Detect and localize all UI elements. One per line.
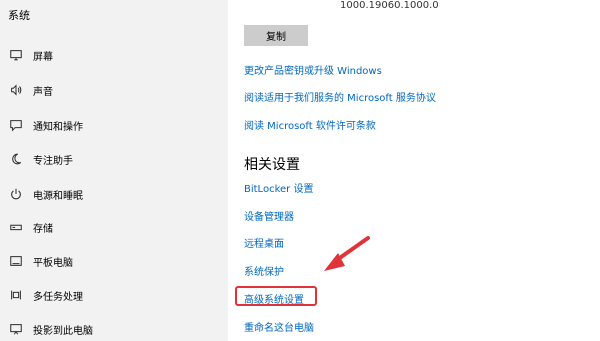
bitlocker-settings-link[interactable]: BitLocker 设置 [244,180,313,195]
moon-icon [8,151,24,167]
sidebar-item-label: 通知和操作 [33,121,83,133]
sidebar-item-tablet[interactable]: 平板电脑 [0,248,228,274]
sidebar-item-notifications[interactable]: 通知和操作 [0,112,228,138]
sidebar-item-label: 电源和睡眠 [33,190,83,202]
sidebar: 系统 屏幕 声音 通知和操作 专注助手 电源和睡眠 存储 平板电脑 多任务处理 … [0,0,228,341]
storage-icon [8,219,24,235]
sidebar-item-label: 平板电脑 [33,257,73,269]
license-terms-link[interactable]: 阅读 Microsoft 软件许可条款 [244,117,376,132]
tablet-icon [8,253,24,269]
version-text: 1000.19060.1000.0 [340,0,439,11]
sidebar-item-project[interactable]: 投影到此电脑 [0,316,228,341]
sidebar-item-display[interactable]: 屏幕 [0,42,228,68]
sidebar-item-power-sleep[interactable]: 电源和睡眠 [0,181,228,207]
system-protection-link[interactable]: 系统保护 [244,263,284,278]
related-settings-heading: 相关设置 [244,157,300,173]
sidebar-item-label: 专注助手 [33,155,73,167]
sidebar-title: 系统 [8,9,30,22]
device-manager-link[interactable]: 设备管理器 [244,208,294,223]
notification-icon [8,117,24,133]
settings-window: 系统 屏幕 声音 通知和操作 专注助手 电源和睡眠 存储 平板电脑 多任务处理 … [0,0,600,341]
power-icon [8,186,24,202]
sidebar-item-label: 多任务处理 [33,291,83,303]
sidebar-item-label: 存储 [33,223,53,235]
sidebar-item-focus-assist[interactable]: 专注助手 [0,146,228,172]
project-icon [8,321,24,337]
sidebar-item-label: 声音 [33,86,53,98]
rename-pc-link[interactable]: 重命名这台电脑 [244,319,314,334]
sidebar-item-sound[interactable]: 声音 [0,77,228,103]
main-content: 1000.19060.1000.0 复制 更改产品密钥或升级 Windows 阅… [228,0,600,341]
change-product-key-link[interactable]: 更改产品密钥或升级 Windows [244,62,382,77]
sidebar-item-label: 屏幕 [33,51,53,63]
display-icon [8,47,24,63]
remote-desktop-link[interactable]: 远程桌面 [244,235,284,250]
multitask-icon [8,287,24,303]
highlight-box [235,286,317,306]
sidebar-item-multitasking[interactable]: 多任务处理 [0,282,228,308]
sidebar-item-storage[interactable]: 存储 [0,214,228,240]
services-agreement-link[interactable]: 阅读适用于我们服务的 Microsoft 服务协议 [244,89,436,104]
copy-button[interactable]: 复制 [244,25,308,46]
speaker-icon [8,82,24,98]
sidebar-item-label: 投影到此电脑 [33,325,93,337]
